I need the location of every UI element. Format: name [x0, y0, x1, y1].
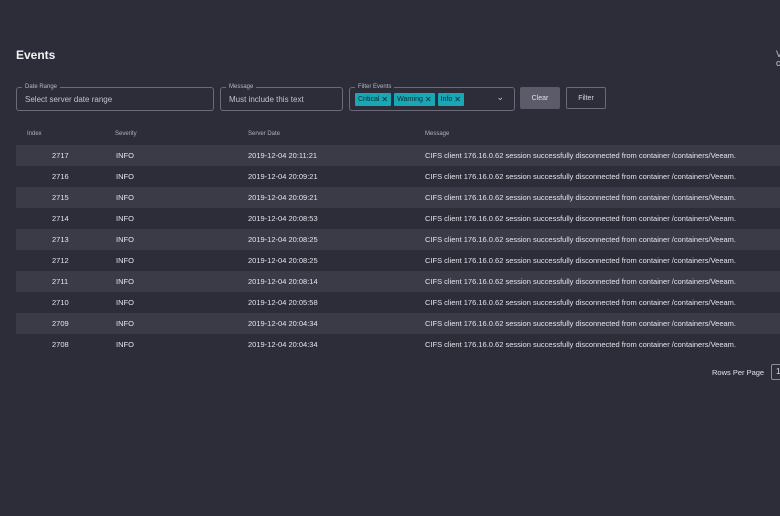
header-message[interactable]: Message	[425, 131, 449, 137]
date-range-field[interactable]: Date Range Select server date range	[16, 82, 214, 111]
table-row[interactable]: 2709 INFO 2019-12-04 20:04:34 CIFS clien…	[16, 313, 780, 334]
cell-message: CIFS client 176.16.0.62 session successf…	[425, 340, 736, 349]
cell-message: CIFS client 176.16.0.62 session successf…	[425, 193, 736, 202]
date-range-placeholder: Select server date range	[25, 95, 113, 104]
table-row[interactable]: 2710 INFO 2019-12-04 20:05:58 CIFS clien…	[16, 292, 780, 313]
filter-events-label: Filter Events	[355, 82, 395, 92]
cell-message: CIFS client 176.16.0.62 session successf…	[425, 235, 736, 244]
cell-message: CIFS client 176.16.0.62 session successf…	[425, 256, 736, 265]
cell-server-date: 2019-12-04 20:05:58	[248, 298, 318, 307]
cell-index: 2712	[52, 256, 69, 265]
close-icon[interactable]: ✕	[454, 93, 461, 106]
cut-off-text: V c	[776, 49, 780, 68]
page-title: Events	[16, 48, 56, 62]
cell-server-date: 2019-12-04 20:04:34	[248, 340, 318, 349]
chip-info[interactable]: Info ✕	[437, 93, 464, 106]
cell-server-date: 2019-12-04 20:08:14	[248, 277, 318, 286]
chevron-down-icon[interactable]: ⌄	[496, 92, 504, 103]
chip-label: Warning	[397, 96, 423, 103]
message-field[interactable]: Message Must include this text	[220, 82, 343, 111]
cell-message: CIFS client 176.16.0.62 session successf…	[425, 319, 736, 328]
events-page: Events V c Date Range Select server date…	[0, 0, 780, 516]
table-row[interactable]: 2711 INFO 2019-12-04 20:08:14 CIFS clien…	[16, 271, 780, 292]
chip-label: Info	[440, 96, 453, 103]
table-row[interactable]: 2717 INFO 2019-12-04 20:11:21 CIFS clien…	[16, 145, 780, 166]
table-header: Index Severity Server Date Message	[0, 131, 780, 141]
cell-server-date: 2019-12-04 20:08:53	[248, 214, 318, 223]
close-icon[interactable]: ✕	[381, 93, 388, 106]
chip-warning[interactable]: Warning ✕	[394, 93, 435, 106]
table-row[interactable]: 2713 INFO 2019-12-04 20:08:25 CIFS clien…	[16, 229, 780, 250]
events-table: 2717 INFO 2019-12-04 20:11:21 CIFS clien…	[16, 145, 780, 355]
cell-severity: INFO	[116, 172, 134, 181]
cell-message: CIFS client 176.16.0.62 session successf…	[425, 151, 736, 160]
cell-message: CIFS client 176.16.0.62 session successf…	[425, 172, 736, 181]
filter-button[interactable]: Filter	[566, 87, 606, 109]
cell-index: 2710	[52, 298, 69, 307]
table-row[interactable]: 2715 INFO 2019-12-04 20:09:21 CIFS clien…	[16, 187, 780, 208]
cell-index: 2713	[52, 235, 69, 244]
table-row[interactable]: 2716 INFO 2019-12-04 20:09:21 CIFS clien…	[16, 166, 780, 187]
cell-server-date: 2019-12-04 20:08:25	[248, 256, 318, 265]
cell-server-date: 2019-12-04 20:04:34	[248, 319, 318, 328]
message-placeholder: Must include this text	[229, 95, 304, 104]
cell-severity: INFO	[116, 277, 134, 286]
table-row[interactable]: 2712 INFO 2019-12-04 20:08:25 CIFS clien…	[16, 250, 780, 271]
clear-button[interactable]: Clear	[520, 87, 560, 109]
cell-server-date: 2019-12-04 20:11:21	[248, 151, 318, 160]
header-index[interactable]: Index	[27, 131, 42, 137]
close-icon[interactable]: ✕	[425, 93, 432, 106]
cell-message: CIFS client 176.16.0.62 session successf…	[425, 277, 736, 286]
cell-index: 2715	[52, 193, 69, 202]
cell-server-date: 2019-12-04 20:09:21	[248, 172, 318, 181]
cell-index: 2709	[52, 319, 69, 328]
cell-severity: INFO	[116, 235, 134, 244]
table-row[interactable]: 2714 INFO 2019-12-04 20:08:53 CIFS clien…	[16, 208, 780, 229]
cell-severity: INFO	[116, 193, 134, 202]
cell-severity: INFO	[116, 319, 134, 328]
table-row[interactable]: 2708 INFO 2019-12-04 20:04:34 CIFS clien…	[16, 334, 780, 355]
cell-message: CIFS client 176.16.0.62 session successf…	[425, 214, 736, 223]
cell-server-date: 2019-12-04 20:08:25	[248, 235, 318, 244]
cell-message: CIFS client 176.16.0.62 session successf…	[425, 298, 736, 307]
chip-list: Critical ✕ Warning ✕ Info ✕	[355, 93, 464, 106]
cell-severity: INFO	[116, 298, 134, 307]
message-label: Message	[226, 82, 257, 92]
cell-index: 2711	[52, 277, 69, 286]
rows-per-page-label: Rows Per Page	[712, 368, 765, 377]
cell-severity: INFO	[116, 340, 134, 349]
chip-critical[interactable]: Critical ✕	[355, 93, 392, 106]
cell-index: 2714	[52, 214, 69, 223]
cell-severity: INFO	[116, 214, 134, 223]
cell-index: 2717	[52, 151, 69, 160]
date-range-label: Date Range	[22, 82, 61, 92]
chip-label: Critical	[358, 96, 380, 103]
header-server-date[interactable]: Server Date	[248, 131, 280, 137]
cell-severity: INFO	[116, 256, 134, 265]
header-severity[interactable]: Severity	[115, 131, 137, 137]
filter-events-select[interactable]: Filter Events Critical ✕ Warning ✕ Info …	[349, 82, 515, 111]
cell-index: 2716	[52, 172, 69, 181]
cell-severity: INFO	[116, 151, 134, 160]
rows-per-page-select[interactable]: 1	[771, 364, 780, 380]
cell-index: 2708	[52, 340, 69, 349]
cell-server-date: 2019-12-04 20:09:21	[248, 193, 318, 202]
